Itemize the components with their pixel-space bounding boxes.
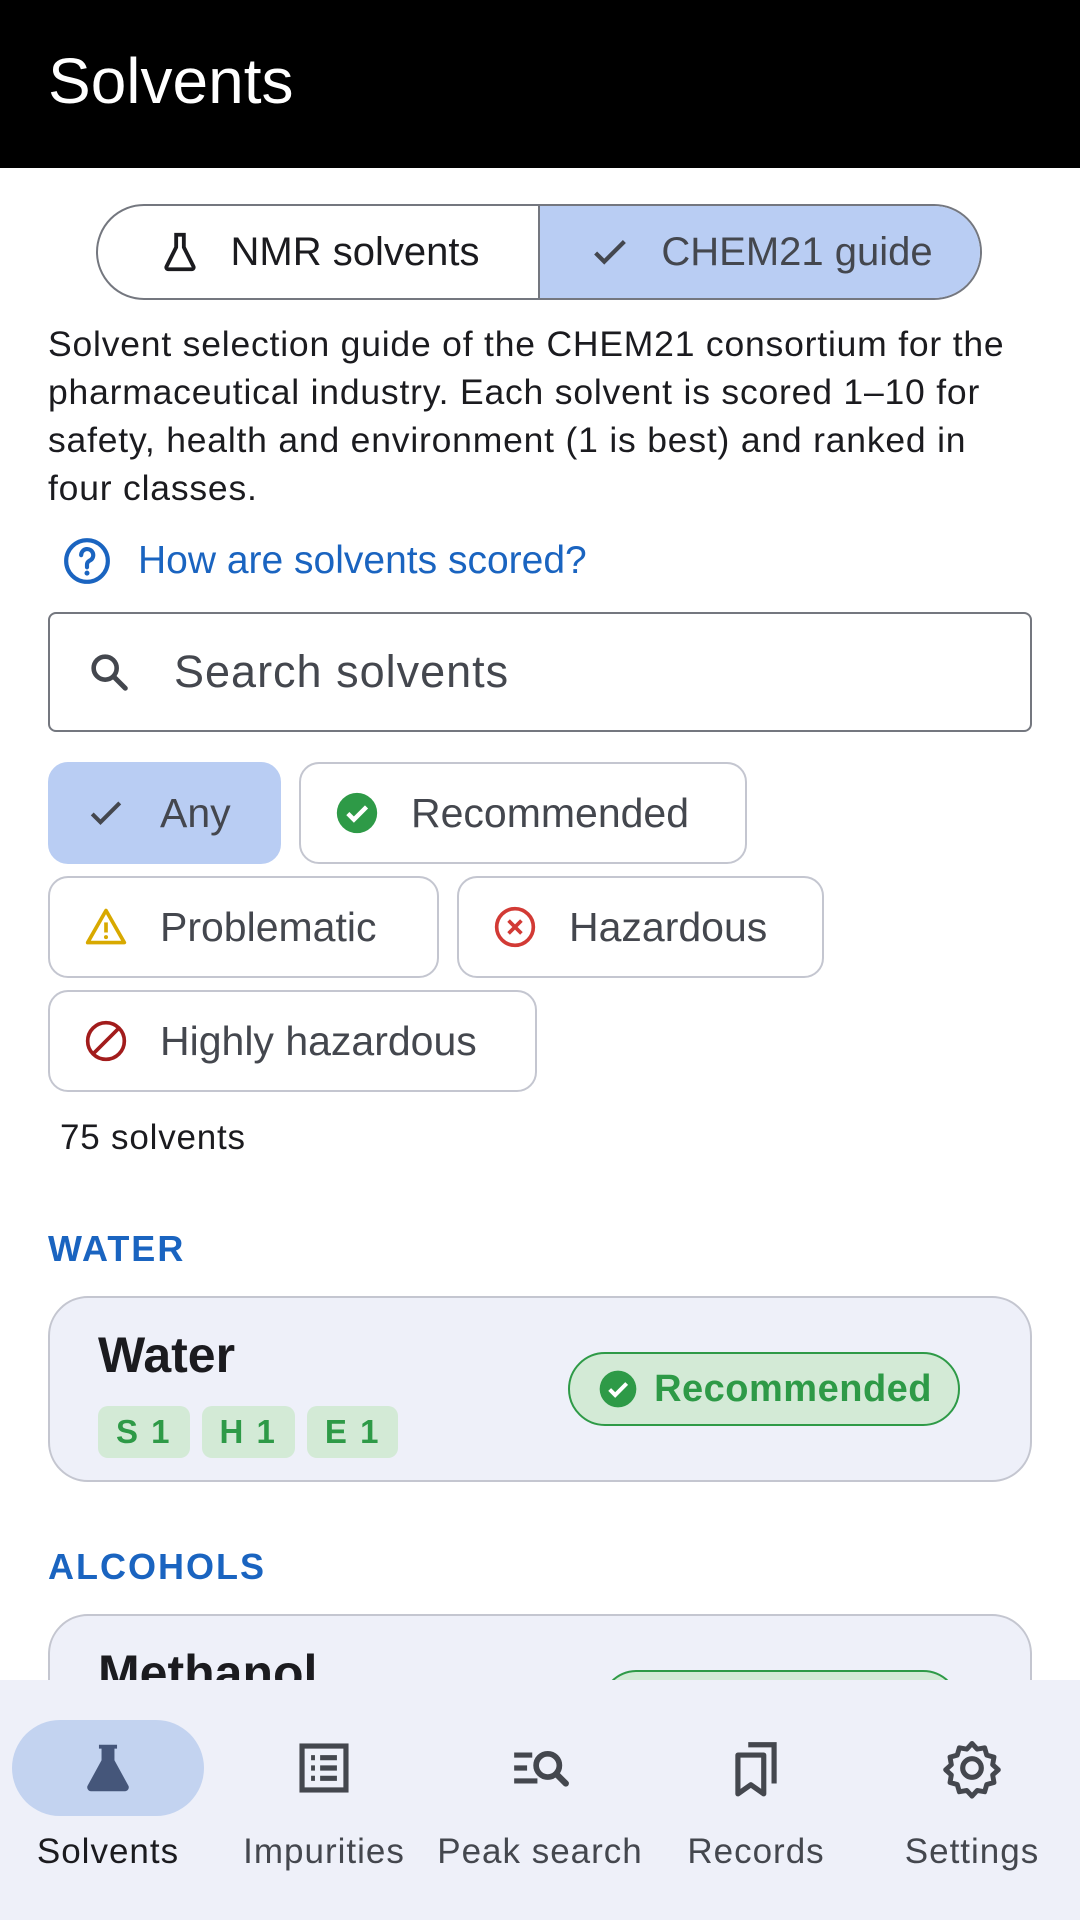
nav-icon-wrap	[876, 1720, 1068, 1816]
environment-score: E 1	[306, 1406, 399, 1458]
search-input[interactable]	[174, 646, 974, 698]
filter-chip-label: Hazardous	[569, 903, 768, 950]
filter-chip-label: Any	[160, 789, 231, 836]
list-icon	[299, 1743, 349, 1793]
warning-icon	[85, 908, 127, 945]
check-icon	[90, 801, 122, 826]
search-field	[48, 612, 1032, 732]
tab-nmr-solvents-label: NMR solvents	[230, 229, 480, 274]
status-badge: Recommended	[568, 1352, 960, 1426]
nav-label: Settings	[904, 1832, 1040, 1871]
filter-chip-label: Problematic	[160, 903, 377, 950]
solvent-card-water[interactable]: Water S 1 H 1 E 1 Recommended	[48, 1296, 1032, 1482]
nav-item-impurities[interactable]: Impurities	[216, 1720, 432, 1872]
nav-label: Peak search	[437, 1832, 643, 1871]
check-circle-icon	[599, 1370, 637, 1408]
filter-chip-recommended[interactable]: Recommended	[299, 762, 747, 864]
nav-active-indicator	[12, 1720, 204, 1816]
nav-label: Solvents	[36, 1832, 180, 1871]
nav-item-settings[interactable]: Settings	[864, 1720, 1080, 1872]
nav-item-records[interactable]: Records	[648, 1720, 864, 1872]
filter-chip-label: Recommended	[411, 789, 690, 836]
score-row: S 1 H 1 E 1	[98, 1406, 399, 1458]
health-score: H 1	[201, 1406, 295, 1458]
tab-chem21-guide-label: CHEM21 guide	[661, 229, 933, 274]
nav-item-solvents[interactable]: Solvents	[0, 1720, 216, 1872]
help-link[interactable]: How are solvents scored?	[62, 536, 587, 586]
flask-icon	[87, 1744, 129, 1792]
peak-search-icon	[514, 1750, 569, 1787]
block-icon	[85, 1020, 127, 1062]
nav-icon-wrap	[660, 1720, 852, 1816]
result-count: 75 solvents	[60, 1118, 246, 1157]
gear-icon	[943, 1741, 1001, 1799]
nav-label: Impurities	[243, 1832, 405, 1871]
tab-chem21-guide[interactable]: CHEM21 guide	[538, 206, 980, 298]
filter-chip-problematic[interactable]: Problematic	[48, 876, 439, 978]
tab-nmr-solvents[interactable]: NMR solvents	[98, 206, 538, 298]
page-title: Solvents	[48, 45, 294, 117]
nav-label: Records	[687, 1832, 825, 1871]
flask-icon	[163, 232, 196, 272]
solvent-name: Water	[98, 1327, 236, 1383]
nav-item-peak-search[interactable]: Peak search	[432, 1720, 648, 1872]
check-circle-icon	[336, 792, 378, 834]
search-icon	[91, 654, 128, 691]
status-badge-label: Recommended	[654, 1367, 932, 1410]
cancel-circle-icon	[494, 906, 536, 948]
app-bar: Solvents	[0, 0, 1080, 168]
bottom-navigation: Solvents Impurities Peak search Records …	[0, 1680, 1080, 1920]
section-heading-water: WATER	[48, 1228, 186, 1269]
filter-chip-hazardous[interactable]: Hazardous	[457, 876, 824, 978]
check-icon	[594, 239, 627, 265]
filter-chip-highly-hazardous[interactable]: Highly hazardous	[48, 990, 537, 1092]
mode-segmented-control: NMR solvents CHEM21 guide	[96, 204, 982, 300]
filter-chip-any[interactable]: Any	[48, 762, 281, 864]
help-circle-icon	[64, 538, 110, 584]
nav-icon-wrap	[228, 1720, 420, 1816]
guide-description: Solvent selection guide of the CHEM21 co…	[48, 324, 1005, 508]
filter-chip-label: Highly hazardous	[160, 1017, 477, 1064]
safety-score: S 1	[98, 1406, 190, 1458]
bookmarks-icon	[735, 1742, 777, 1797]
section-heading-alcohols: ALCOHOLS	[48, 1546, 266, 1587]
nav-icon-wrap	[444, 1720, 636, 1816]
help-link-label: How are solvents scored?	[138, 539, 587, 582]
